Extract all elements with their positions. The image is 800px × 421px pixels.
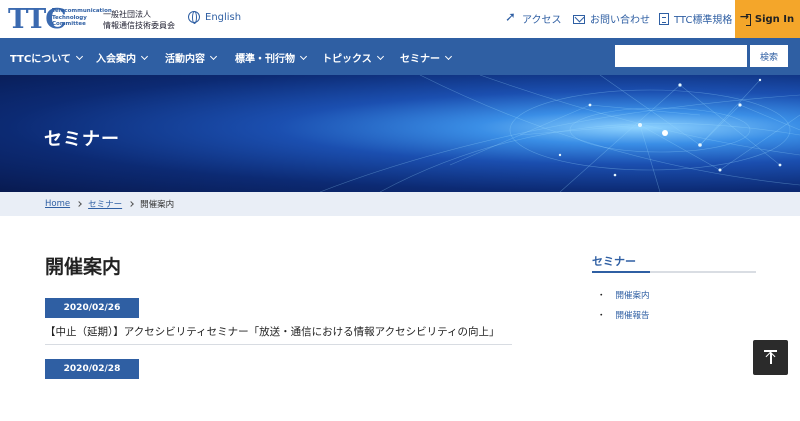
document-icon <box>659 12 669 25</box>
hero-banner: セミナー <box>0 75 800 192</box>
nav-item-activities[interactable]: 活動内容 <box>165 50 218 65</box>
globe-icon <box>188 11 200 24</box>
sidebar-title: セミナー <box>592 255 636 268</box>
nav-label: トピックス <box>322 54 372 65</box>
chevron-right-icon <box>128 201 134 207</box>
mail-icon <box>573 14 585 24</box>
chevron-down-icon <box>140 52 149 60</box>
sign-in-button[interactable]: Sign In <box>735 0 800 38</box>
nav-label: 入会案内 <box>96 54 136 65</box>
english-label: English <box>205 11 242 23</box>
nav-item-publications[interactable]: 標準・刊行物 <box>235 50 308 65</box>
access-link[interactable]: アクセス <box>505 10 562 27</box>
chevron-down-icon <box>299 52 308 60</box>
nav-label: セミナー <box>400 54 440 65</box>
chevron-down-icon <box>444 52 453 60</box>
back-to-top-button[interactable] <box>753 340 788 375</box>
sidebar-item-schedule[interactable]: ・ 開催案内 <box>597 289 650 301</box>
bullet-icon: ・ <box>597 311 606 321</box>
org-name-line2: 情報通信技術委員会 <box>103 21 175 30</box>
access-label: アクセス <box>522 15 562 26</box>
arrow-up-icon-head <box>765 351 776 362</box>
org-name: 一般社団法人 情報通信技術委員会 <box>103 9 175 31</box>
nav-item-seminar[interactable]: セミナー <box>400 50 453 65</box>
standards-link[interactable]: TTC標準規格 <box>659 11 732 26</box>
org-name-line1: 一般社団法人 <box>103 10 151 19</box>
nav-item-membership[interactable]: 入会案内 <box>96 50 149 65</box>
sign-in-icon <box>740 10 751 26</box>
logo-subtext: Telecommunication Technology Committee <box>52 8 112 27</box>
sidebar-item-reports[interactable]: ・ 開催報告 <box>597 309 650 321</box>
send-icon <box>505 10 517 25</box>
site-logo[interactable]: TTC Telecommunication Technology Committ… <box>8 4 112 35</box>
nav-item-about[interactable]: TTCについて <box>10 50 83 65</box>
contact-link[interactable]: お問い合わせ <box>573 11 650 26</box>
ttc-logo: TTC Telecommunication Technology Committ… <box>8 4 112 35</box>
chevron-down-icon <box>75 52 83 60</box>
main-nav: TTCについて 入会案内 活動内容 標準・刊行物 トピックス セミナー 検索 <box>0 38 800 75</box>
nav-label: 活動内容 <box>165 54 205 65</box>
chevron-down-icon <box>376 52 384 60</box>
standards-label: TTC標準規格 <box>674 15 733 26</box>
sidebar-divider <box>592 271 756 273</box>
event-date-badge: 2020/02/26 <box>45 298 139 318</box>
nav-label: TTCについて <box>10 54 71 65</box>
hero-title: セミナー <box>44 129 120 150</box>
bullet-icon: ・ <box>597 291 606 301</box>
english-link[interactable]: English <box>188 11 242 24</box>
divider <box>45 344 512 345</box>
contact-label: お問い合わせ <box>590 15 650 26</box>
nav-label: 標準・刊行物 <box>235 54 295 65</box>
breadcrumb-current: 開催案内 <box>140 200 175 210</box>
sign-in-label: Sign In <box>754 13 795 25</box>
breadcrumb-home[interactable]: Home <box>45 199 70 209</box>
search-input[interactable] <box>615 45 747 67</box>
sidebar-item-label: 開催報告 <box>615 311 650 321</box>
nav-item-topics[interactable]: トピックス <box>322 50 384 65</box>
event-date-badge: 2020/02/28 <box>45 359 139 379</box>
chevron-down-icon <box>209 52 218 60</box>
page-title: 開催案内 <box>45 256 122 278</box>
chevron-right-icon <box>76 201 82 207</box>
network-graphic <box>319 75 800 192</box>
site-header: TTC Telecommunication Technology Committ… <box>0 0 800 38</box>
breadcrumb: Home セミナー 開催案内 <box>0 192 800 216</box>
event-title-link[interactable]: 【中止（延期）】アクセシビリティセミナー「放送・通信における情報アクセシビリティ… <box>45 324 499 339</box>
breadcrumb-seminar[interactable]: セミナー <box>88 198 122 210</box>
search-button[interactable]: 検索 <box>750 45 788 67</box>
sidebar-item-label: 開催案内 <box>615 291 650 301</box>
